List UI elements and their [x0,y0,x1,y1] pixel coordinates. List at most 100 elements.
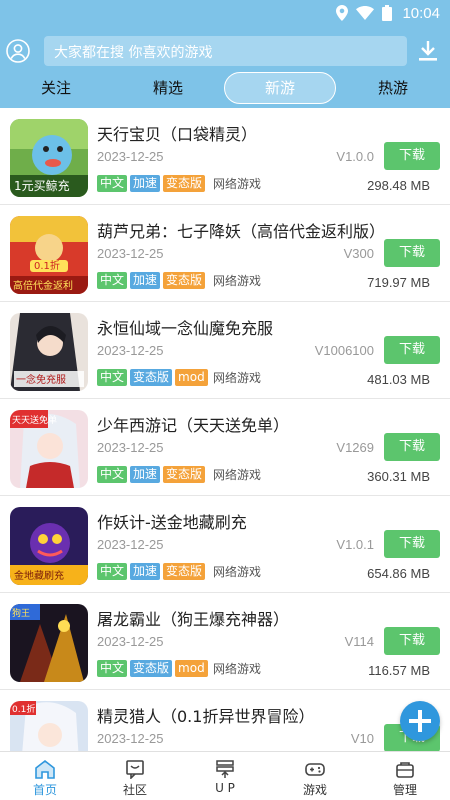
game-size: 719.97 MB [367,275,430,290]
game-version: V1.0.0 [336,149,374,164]
nav-community[interactable]: 社区 [90,752,180,800]
game-icon: 1元买鲸充 [10,119,88,197]
nav-home[interactable]: 首页 [0,752,90,800]
wifi-icon [356,6,375,20]
game-type: 网络游戏 [213,371,262,385]
download-button[interactable]: 下载 [384,336,440,364]
tab-featured[interactable]: 精选 [112,72,224,104]
game-date: 2023-12-25 [97,731,164,746]
community-icon [126,760,144,779]
game-icon: 一念免充服 [10,313,88,391]
game-size: 360.31 MB [367,469,430,484]
thumb-caption: 天天送免单 [12,414,57,426]
game-tags: 中文 变态版 mod [97,369,208,386]
game-tags: 中文 变态版 mod [97,660,208,677]
tag-variant: 变态版 [130,369,173,386]
download-button[interactable]: 下载 [384,142,440,170]
download-button[interactable]: 下载 [384,530,440,558]
game-type: 网络游戏 [213,565,262,579]
thumb-caption: 一念免充服 [16,373,66,386]
game-date: 2023-12-25 [97,246,164,261]
game-list-item[interactable]: 1元买鲸充 天行宝贝（口袋精灵） 2023-12-25 V1.0.0 下载 中文… [0,108,450,205]
tag-variant: 变态版 [163,466,206,483]
tag-chinese: 中文 [97,563,128,580]
game-title: 少年西游记（天天送免单） [97,416,290,435]
nav-label: 社区 [122,783,147,797]
category-tabs: 关注 精选 新游 热游 [0,72,450,104]
game-tags: 中文 加速 变态版 [97,175,206,192]
tag-chinese: 中文 [97,466,128,483]
game-title: 永恒仙域一念仙魔免充服 [97,319,274,338]
tag-variant: 变态版 [163,272,206,289]
clock: 10:04 [402,4,440,22]
game-date: 2023-12-25 [97,149,164,164]
tab-new-games[interactable]: 新游 [224,72,336,104]
tag-variant: 变态版 [163,563,206,580]
game-icon: 天天送免单 [10,410,88,488]
game-version: V1269 [336,440,374,455]
location-icon [336,5,349,21]
download-button[interactable]: 下载 [384,627,440,655]
game-list-item[interactable]: 金地藏刷充 作妖计-送金地藏刷充 2023-12-25 V1.0.1 下载 中文… [0,496,450,593]
battery-icon [382,5,393,21]
game-version: V1006100 [314,343,374,358]
game-version: V300 [343,246,374,261]
download-button[interactable]: 下载 [384,239,440,267]
nav-up[interactable]: U P [180,752,270,800]
tag-chinese: 中文 [97,272,128,289]
thumb-caption: 狗王 [12,607,30,619]
tag-speed: 加速 [130,563,161,580]
download-manager-icon[interactable] [418,39,438,63]
game-list-item[interactable]: 狗王 屠龙霸业（狗王爆充神器） 2023-12-25 V114 下载 中文 变态… [0,593,450,690]
game-date: 2023-12-25 [97,440,164,455]
game-title: 葫芦兄弟：七子降妖（高倍代金返利版） [97,222,386,241]
game-date: 2023-12-25 [97,634,164,649]
add-fab-button[interactable] [400,701,440,741]
search-input[interactable]: 大家都在搜 你喜欢的游戏 [44,36,407,66]
nav-label: 游戏 [302,783,327,797]
tag-variant: 变态版 [163,175,206,192]
tag-speed: 加速 [130,466,161,483]
game-title: 精灵猎人（0.1折异世界冒险） [97,707,315,726]
nav-games[interactable]: 游戏 [270,752,360,800]
game-list: 1元买鲸充 天行宝贝（口袋精灵） 2023-12-25 V1.0.0 下载 中文… [0,108,450,751]
game-type: 网络游戏 [213,468,262,482]
home-icon [35,759,55,779]
game-title: 作妖计-送金地藏刷充 [97,513,247,532]
game-list-item[interactable]: 0.1折 高倍代金返利 葫芦兄弟：七子降妖（高倍代金返利版） 2023-12-2… [0,205,450,302]
tab-hot-games[interactable]: 热游 [337,72,449,104]
game-type: 网络游戏 [213,662,262,676]
tag-mod: mod [175,369,208,386]
game-size: 481.03 MB [367,372,430,387]
game-tags: 中文 加速 变态版 [97,466,206,483]
nav-manage[interactable]: 管理 [360,752,450,800]
user-avatar-icon[interactable] [6,39,30,63]
bottom-navigation: 首页 社区 U P 游戏 管理 [0,751,450,800]
plus-icon [409,710,431,732]
tag-variant: 变态版 [130,660,173,677]
game-list-item[interactable]: 一念免充服 永恒仙域一念仙魔免充服 2023-12-25 V1006100 下载… [0,302,450,399]
thumb-caption: 1元买鲸充 [14,178,70,193]
nav-label: U P [215,781,235,795]
download-button[interactable]: 下载 [384,433,440,461]
nav-label: 管理 [392,783,417,797]
tag-chinese: 中文 [97,660,128,677]
nav-label: 首页 [32,783,57,797]
game-list-item[interactable]: 天天送免单 少年西游记（天天送免单） 2023-12-25 V1269 下载 中… [0,399,450,496]
game-date: 2023-12-25 [97,537,164,552]
game-size: 298.48 MB [367,178,430,193]
game-version: V1.0.1 [336,537,374,552]
tag-mod: mod [175,660,208,677]
status-bar: 10:04 [0,0,450,26]
tab-follow[interactable]: 关注 [0,72,112,104]
search-placeholder: 大家都在搜 你喜欢的游戏 [54,45,213,61]
game-size: 654.86 MB [367,566,430,581]
game-title: 屠龙霸业（狗王爆充神器） [97,610,290,629]
game-icon: 金地藏刷充 [10,507,88,585]
game-date: 2023-12-25 [97,343,164,358]
game-size: 116.57 MB [368,663,430,678]
gamepad-icon [305,763,325,776]
game-list-item[interactable]: 0.1折 精灵猎人（0.1折异世界冒险） 2023-12-25 V10 下载 [0,690,450,751]
game-icon: 0.1折 高倍代金返利 [10,216,88,294]
search-row: 大家都在搜 你喜欢的游戏 [0,35,450,67]
